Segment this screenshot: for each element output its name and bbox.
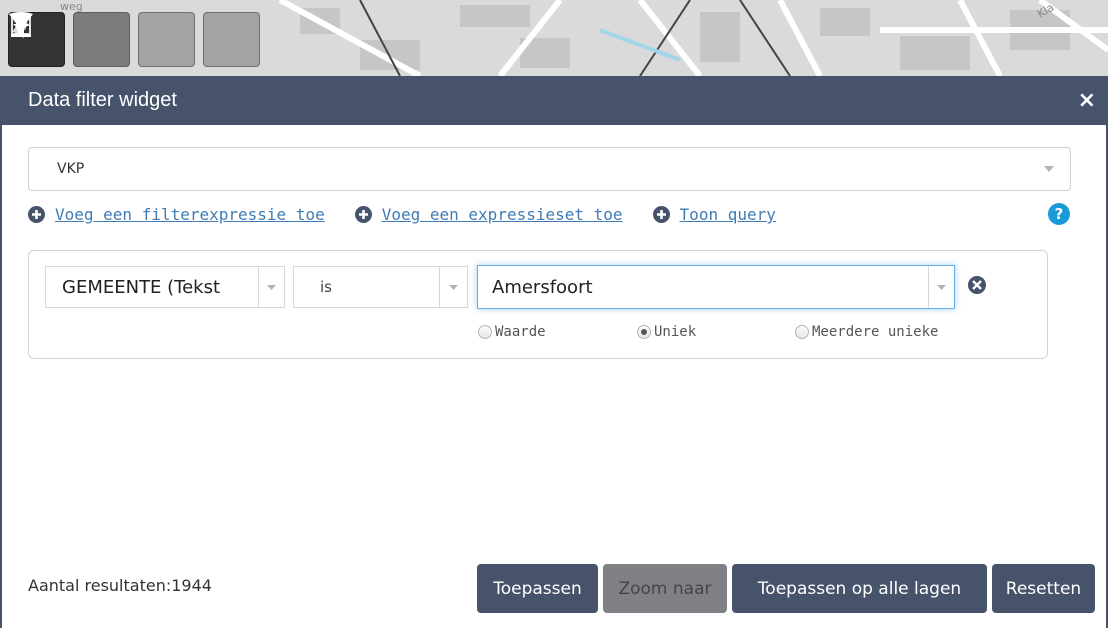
radio-label: Meerdere unieke	[812, 324, 939, 340]
chevron-down-icon	[937, 284, 946, 290]
help-icon[interactable]: ?	[1048, 203, 1070, 225]
radio-uniek[interactable]: Uniek	[637, 324, 696, 340]
zoom-to-button[interactable]: Zoom naar	[603, 564, 727, 613]
apply-all-layers-button[interactable]: Toepassen op alle lagen	[732, 564, 987, 613]
show-query-link[interactable]: Toon query	[652, 205, 776, 224]
chevron-down-icon	[267, 284, 276, 290]
value-dropdown-button[interactable]	[928, 266, 954, 308]
close-icon[interactable]: ×	[1078, 89, 1096, 112]
add-filter-expression-link[interactable]: Voeg een filterexpressie toe	[28, 205, 325, 224]
field-dropdown-button[interactable]	[258, 267, 284, 307]
map-background[interactable]: weg Kla	[0, 0, 1108, 76]
data-filter-widget: Data filter widget × VKP Voeg een filter…	[0, 76, 1108, 628]
layer-select[interactable]: VKP	[28, 147, 1071, 191]
operator-select[interactable]: is	[293, 266, 468, 308]
add-expression-set-link[interactable]: Voeg een expressieset toe	[354, 205, 623, 224]
field-select[interactable]: GEMEENTE (Tekst	[45, 266, 285, 308]
value-input[interactable]: Amersfoort	[477, 265, 955, 309]
select-tool-button[interactable]	[12, 12, 195, 67]
radio-label: Waarde	[495, 324, 546, 340]
value-input-text: Amersfoort	[492, 276, 593, 298]
plus-circle-icon	[28, 206, 45, 223]
action-buttons: Toepassen Zoom naar Toepassen op alle la…	[477, 564, 1095, 613]
radio-button[interactable]	[478, 325, 492, 339]
operator-select-value: is	[320, 278, 332, 296]
radio-button[interactable]	[795, 325, 809, 339]
download-tool-button[interactable]	[11, 12, 130, 67]
radio-meerdere-unieke[interactable]: Meerdere unieke	[795, 324, 938, 340]
remove-expression-icon[interactable]	[967, 275, 987, 295]
add-filter-expression-label[interactable]: Voeg een filterexpressie toe	[55, 205, 325, 224]
chevron-down-icon	[449, 284, 458, 290]
svg-text:?: ?	[1055, 205, 1064, 223]
widget-header: Data filter widget ×	[2, 76, 1106, 125]
field-select-value: GEMEENTE (Tekst	[62, 276, 221, 298]
filter-links: Voeg een filterexpressie toe Voeg een ex…	[28, 205, 806, 224]
radio-label: Uniek	[654, 324, 697, 340]
layer-select-value: VKP	[57, 161, 85, 177]
widget-title: Data filter widget	[28, 89, 177, 111]
chevron-down-icon	[1044, 166, 1054, 172]
plus-circle-icon	[354, 206, 372, 223]
operator-dropdown-button[interactable]	[439, 267, 467, 307]
result-count: Aantal resultaten:1944	[28, 576, 212, 595]
grid-icon	[11, 15, 31, 35]
map-toolbar	[8, 12, 260, 67]
plus-circle-icon	[652, 206, 670, 223]
filter-expression: GEMEENTE (Tekst is Amersfoort Waarde Uni…	[28, 250, 1048, 359]
grid-tool-button[interactable]	[11, 12, 260, 67]
add-expression-set-label[interactable]: Voeg een expressieset toe	[382, 205, 623, 224]
reset-button[interactable]: Resetten	[992, 564, 1095, 613]
apply-button[interactable]: Toepassen	[477, 564, 598, 613]
show-query-label[interactable]: Toon query	[680, 205, 776, 224]
radio-waarde[interactable]: Waarde	[478, 324, 546, 340]
radio-button[interactable]	[637, 325, 651, 339]
